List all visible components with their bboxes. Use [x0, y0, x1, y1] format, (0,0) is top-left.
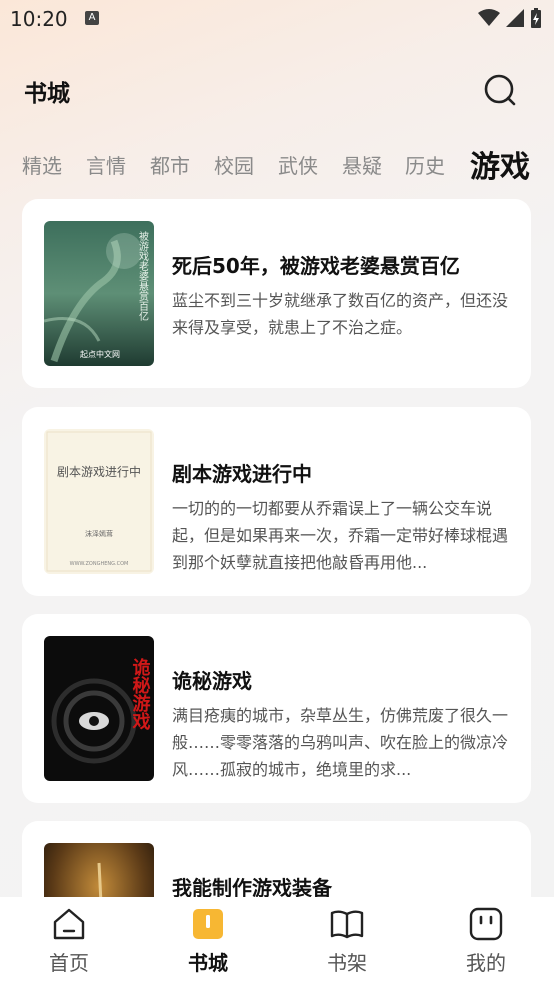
bookstore-icon: [193, 909, 223, 939]
bookshelf-icon: [330, 910, 364, 939]
book-card[interactable]: 被游戏老婆悬赏百亿 起点中文网 死后50年，被游戏老婆悬赏百亿 蓝尘不到三十岁就…: [22, 199, 531, 388]
search-icon: [484, 74, 516, 106]
book-description: 满目疮痍的城市，杂草丛生，仿佛荒废了很久一般……零零落落的乌鸦叫声、吹在脸上的微…: [172, 706, 509, 779]
book-list: 被游戏老婆悬赏百亿 起点中文网 死后50年，被游戏老婆悬赏百亿 蓝尘不到三十岁就…: [0, 198, 554, 898]
nav-label: 首页: [49, 951, 89, 975]
tab-xuanyi[interactable]: 悬疑: [342, 150, 382, 179]
signal-icon: [506, 9, 524, 27]
cover-publisher-text: 起点中文网: [80, 349, 120, 359]
tab-wuxia[interactable]: 武侠: [278, 150, 318, 179]
cover-site-text: WWW.ZONGHENG.COM: [70, 561, 129, 567]
book-cover: [44, 843, 154, 898]
book-title: 我能制作游戏装备: [172, 876, 332, 898]
tab-yanqing[interactable]: 言情: [86, 150, 126, 179]
nav-bookstore[interactable]: 书城: [153, 897, 263, 986]
tab-lishi[interactable]: 历史: [405, 150, 445, 179]
bottom-nav: 首页 书城 书架 我的: [0, 897, 554, 986]
home-icon: [53, 908, 85, 940]
nav-bookshelf[interactable]: 书架: [292, 897, 402, 986]
book-card[interactable]: 我能制作游戏装备: [22, 821, 531, 898]
cover-author-text: 沫泽嫣茸: [85, 529, 113, 538]
book-card[interactable]: 诡秘游戏 诡秘游戏 满目疮痍的城市，杂草丛生，仿佛荒废了很久一般……零零落落的乌…: [22, 614, 531, 803]
book-cover: 被游戏老婆悬赏百亿 起点中文网: [44, 221, 154, 366]
notification-icon: A: [85, 11, 99, 25]
tab-dushi[interactable]: 都市: [150, 150, 190, 179]
tab-youxi[interactable]: 游戏: [470, 142, 530, 186]
search-button[interactable]: [482, 72, 518, 108]
nav-label: 我的: [466, 951, 506, 975]
tab-jingxuan[interactable]: 精选: [22, 150, 62, 179]
cover-title-text: 被游戏老婆悬赏百亿: [137, 230, 149, 322]
wifi-icon: [478, 9, 500, 26]
book-description: 一切的的一切都要从乔霜误上了一辆公交车说起，但是如果再来一次，乔霜一定带好棒球棍…: [172, 499, 509, 572]
cover-title-text: 剧本游戏进行中: [57, 464, 141, 479]
tab-xiaoyuan[interactable]: 校园: [214, 150, 254, 179]
book-title: 诡秘游戏: [172, 669, 252, 693]
nav-label: 书架: [327, 951, 367, 975]
status-icons: [478, 8, 542, 28]
book-cover: 剧本游戏进行中 沫泽嫣茸 WWW.ZONGHENG.COM: [44, 429, 154, 574]
book-card[interactable]: 剧本游戏进行中 沫泽嫣茸 WWW.ZONGHENG.COM 剧本游戏进行中 一切…: [22, 407, 531, 596]
book-cover: 诡秘游戏: [44, 636, 154, 781]
book-description: 蓝尘不到三十岁就继承了数百亿的资产，但还没来得及享受，就患上了不治之症。: [172, 291, 509, 337]
profile-icon: [469, 907, 503, 941]
status-time: 10:20: [10, 7, 68, 31]
nav-home[interactable]: 首页: [14, 897, 124, 986]
book-title: 剧本游戏进行中: [172, 462, 312, 486]
header: 书城: [0, 60, 554, 120]
page-title: 书城: [24, 81, 70, 107]
cover-title-text: 诡秘游戏: [130, 657, 152, 731]
status-bar: 10:20 A: [0, 0, 554, 40]
category-tabs: 精选 言情 都市 校园 武侠 悬疑 历史 游戏: [0, 138, 554, 188]
book-title: 死后50年，被游戏老婆悬赏百亿: [172, 254, 460, 278]
nav-label: 书城: [188, 951, 228, 975]
nav-profile[interactable]: 我的: [431, 897, 541, 986]
battery-icon: [531, 8, 541, 28]
